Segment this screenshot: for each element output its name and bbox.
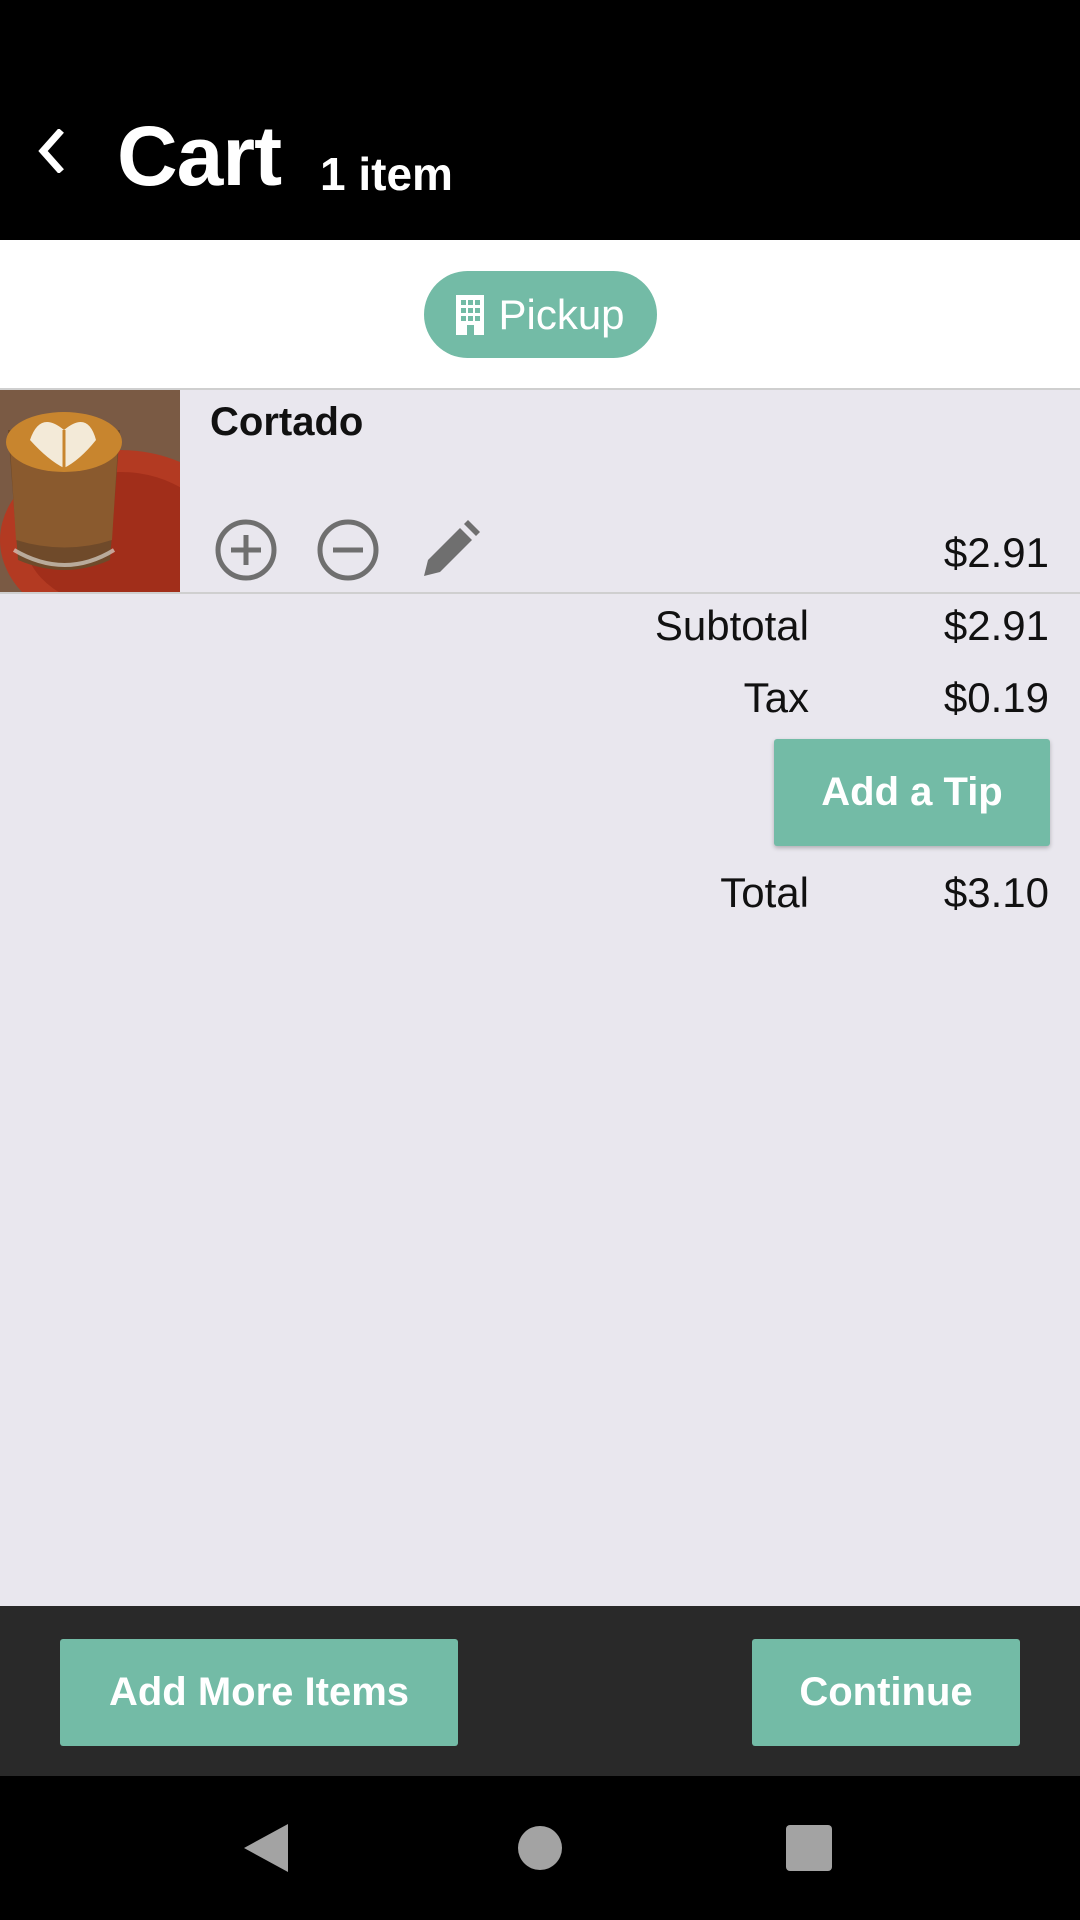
nav-recents-button[interactable]: [767, 1806, 851, 1890]
tax-row: Tax $0.19: [449, 674, 1049, 730]
minus-circle-icon: [317, 519, 379, 581]
decrease-quantity-button[interactable]: [314, 516, 382, 584]
back-button[interactable]: [22, 115, 78, 187]
square-recents-icon: [786, 1825, 832, 1871]
item-price: $2.91: [943, 529, 1049, 576]
order-mode-bar: Pickup: [0, 240, 1080, 390]
pencil-icon: [424, 520, 480, 576]
tax-label: Tax: [743, 674, 809, 721]
nav-back-button[interactable]: [224, 1806, 308, 1890]
plus-circle-icon: [215, 519, 277, 581]
circle-home-icon: [518, 1826, 562, 1870]
add-more-items-button[interactable]: Add More Items: [60, 1639, 458, 1746]
item-name: Cortado: [210, 400, 364, 444]
action-footer: Add More Items Continue: [0, 1606, 1080, 1776]
cart-item-row: Cortado $2.91: [0, 390, 1080, 594]
page-title: Cart: [117, 109, 282, 203]
total-value: $3.10: [943, 869, 1049, 916]
building-icon: [456, 294, 485, 335]
nav-home-button[interactable]: [498, 1806, 582, 1890]
subtotal-label: Subtotal: [654, 602, 809, 649]
continue-button[interactable]: Continue: [752, 1639, 1020, 1746]
tax-value: $0.19: [943, 674, 1049, 721]
add-tip-button[interactable]: Add a Tip: [774, 739, 1050, 846]
triangle-back-icon: [244, 1824, 288, 1872]
total-row: Total $3.10: [449, 869, 1049, 925]
edit-item-button[interactable]: [416, 516, 484, 584]
pickup-button[interactable]: Pickup: [424, 271, 657, 358]
subtotal-value: $2.91: [943, 602, 1049, 649]
total-label: Total: [720, 869, 809, 916]
item-count-label: 1 item: [320, 148, 453, 200]
app-header: Cart 1 item: [0, 0, 1080, 240]
subtotal-row: Subtotal $2.91: [449, 602, 1049, 658]
item-photo: [0, 390, 180, 592]
chevron-left-icon: [38, 129, 64, 173]
increase-quantity-button[interactable]: [212, 516, 280, 584]
system-nav-bar: [0, 1776, 1080, 1920]
pickup-label: Pickup: [498, 290, 625, 338]
